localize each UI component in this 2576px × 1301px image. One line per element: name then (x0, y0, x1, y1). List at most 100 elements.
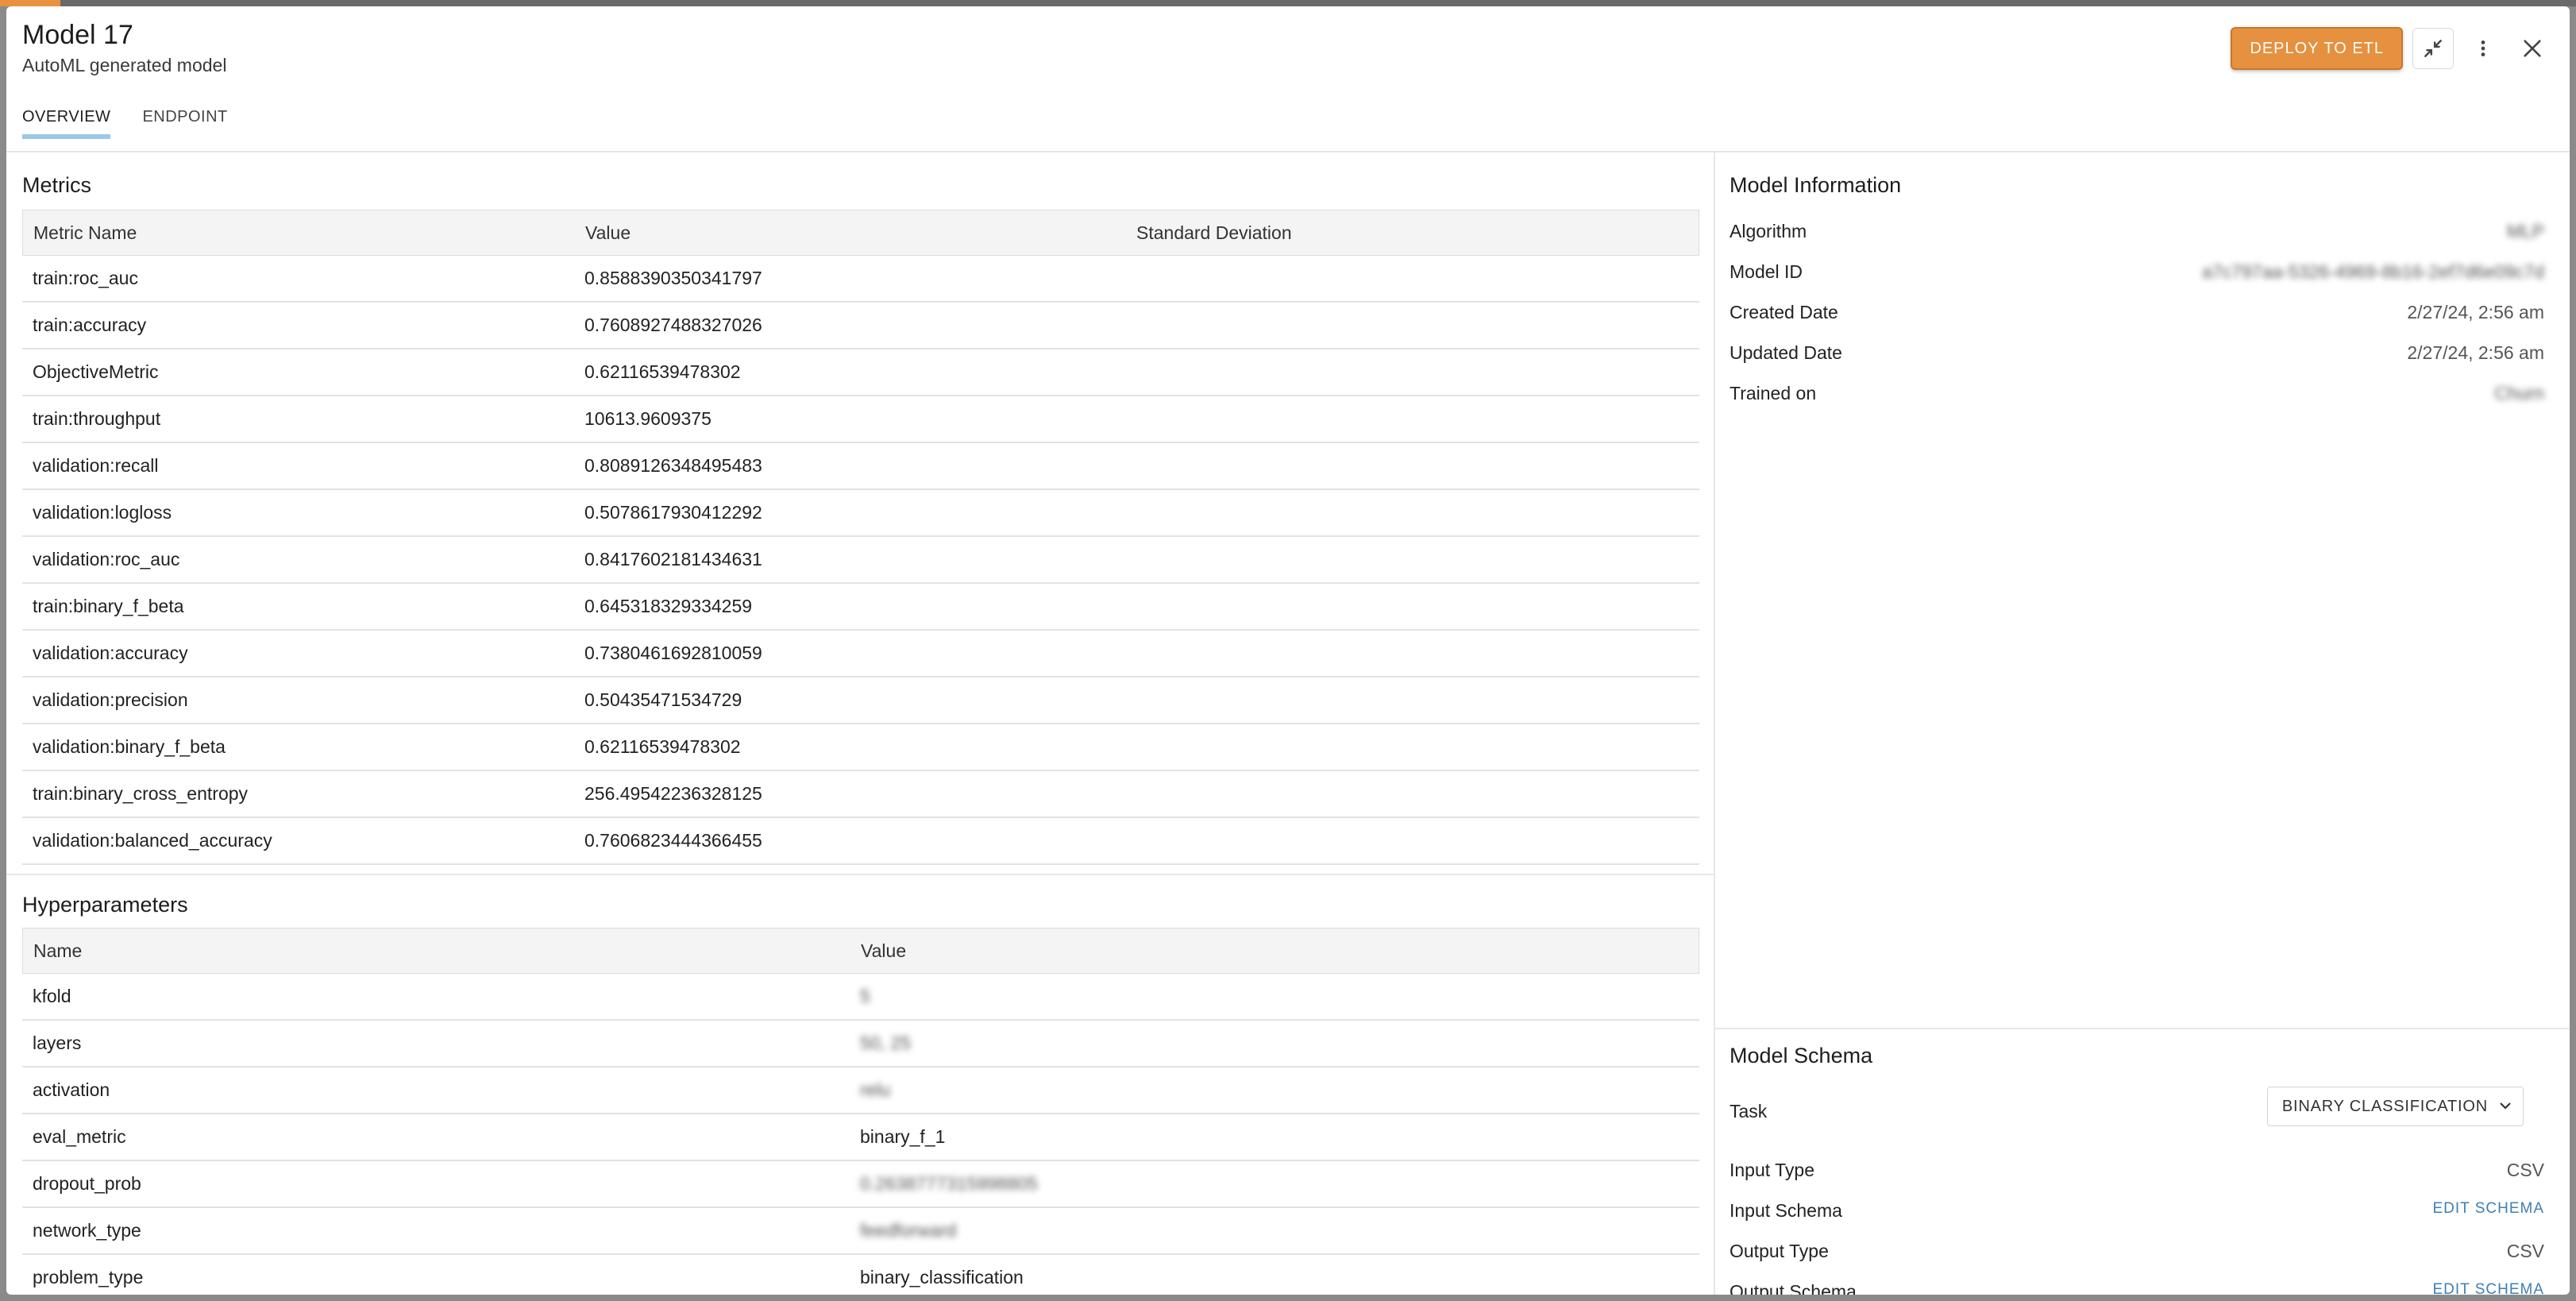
minimize-button[interactable] (2412, 28, 2454, 69)
metric-value: 256.49542236328125 (584, 783, 762, 804)
metric-name: validation:recall (33, 455, 159, 476)
metric-value: 0.50435471534729 (584, 689, 742, 710)
metric-name: train:binary_f_beta (33, 596, 184, 616)
metric-name: train:throughput (33, 408, 161, 429)
edit-schema-link[interactable]: EDIT SCHEMA (2432, 1281, 2544, 1295)
metric-name: validation:logloss (33, 502, 172, 523)
info-label: Created Date (1730, 302, 1838, 322)
schema-label: Input Schema (1730, 1200, 1842, 1221)
schema-row: Input Type CSV (1730, 1160, 2544, 1181)
metrics-table-header: Metric Name Value Standard Deviation (22, 210, 1699, 256)
more-vertical-icon (2481, 41, 2485, 56)
table-row: validation:logloss 0.5078617930412292 (22, 490, 1699, 537)
info-value: MLP (2506, 221, 2544, 241)
page-subtitle: AutoML generated model (22, 55, 227, 75)
schema-row: Output Type CSV (1730, 1241, 2544, 1262)
hyperparameters-table-header: Name Value (22, 928, 1699, 974)
right-panel: Model Information Algorithm MLP Model ID a7… (1715, 152, 2570, 1295)
page-title: Model 17 (22, 20, 133, 50)
metric-name: validation:binary_f_beta (33, 736, 226, 757)
schema-value: CSV (2506, 1160, 2544, 1180)
table-row: validation:accuracy 0.7380461692810059 (22, 631, 1699, 678)
metric-name: validation:accuracy (33, 643, 188, 663)
metric-value: 0.62116539478302 (584, 736, 741, 757)
close-button[interactable] (2512, 29, 2552, 68)
hyperparameter-value: 5 (860, 986, 870, 1006)
metric-name: train:accuracy (33, 315, 147, 335)
section-divider (6, 874, 1714, 875)
info-label: Trained on (1730, 383, 1817, 403)
table-row: validation:roc_auc 0.8417602181434631 (22, 537, 1699, 584)
info-row: Trained on Churn (1730, 383, 2544, 404)
table-row: ObjectiveMetric 0.62116539478302 (22, 349, 1699, 396)
hyperparameter-name: eval_metric (33, 1126, 126, 1147)
model-detail-modal: Model 17 AutoML generated model DEPLOY T… (6, 6, 2570, 1295)
table-row: validation:binary_f_beta 0.62116539478302 (22, 724, 1699, 771)
table-row: train:throughput 10613.9609375 (22, 396, 1699, 443)
column-header: Value (585, 222, 631, 243)
column-header: Name (33, 940, 83, 961)
background-strip (0, 0, 2576, 6)
close-icon (2524, 40, 2541, 57)
hyperparameters-title: Hyperparameters (22, 893, 188, 917)
task-select-value: BINARY CLASSIFICATION (2281, 1098, 2488, 1115)
metric-value: 0.8588390350341797 (584, 268, 762, 288)
column-header: Metric Name (33, 222, 137, 243)
hyperparameter-value: relu (860, 1079, 891, 1100)
info-value: 2/27/24, 2:56 am (2407, 302, 2544, 322)
info-row: Model ID a7c797aa-5326-4969-8b16-2ef7d6e0… (1730, 261, 2544, 283)
table-row: kfold 5 (22, 974, 1699, 1021)
column-header: Value (861, 940, 907, 961)
task-select[interactable]: BINARY CLASSIFICATION (2266, 1087, 2524, 1126)
schema-value: CSV (2506, 1241, 2544, 1261)
more-options-button[interactable] (2463, 29, 2503, 68)
metric-name: validation:roc_auc (33, 549, 180, 569)
tab-overview[interactable]: OVERVIEW (22, 108, 111, 139)
metric-value: 0.8417602181434631 (584, 549, 762, 569)
info-row: Updated Date 2/27/24, 2:56 am (1730, 342, 2544, 364)
table-row: activation relu (22, 1067, 1699, 1114)
metric-value: 0.5078617930412292 (584, 502, 762, 523)
schema-row: Input Schema EDIT SCHEMA (1730, 1200, 2544, 1222)
background-tab (0, 0, 60, 6)
schema-row: Output Schema EDIT SCHEMA (1730, 1281, 2544, 1295)
metric-value: 0.8089126348495483 (584, 455, 762, 476)
table-row: train:roc_auc 0.8588390350341797 (22, 256, 1699, 303)
deploy-button[interactable]: DEPLOY TO ETL (2231, 27, 2403, 70)
tab-endpoint[interactable]: ENDPOINT (142, 108, 227, 139)
table-row: dropout_prob 0.2638777315998805 (22, 1161, 1699, 1208)
column-header: Standard Deviation (1136, 222, 1292, 243)
hyperparameter-value: binary_f_1 (860, 1126, 946, 1147)
metric-value: 0.7606823444366455 (584, 830, 762, 851)
schema-label: Output Type (1730, 1241, 1829, 1261)
hyperparameters-table: Name Value kfold 5 layers 50, 25 activation r… (22, 928, 1699, 1295)
hyperparameter-name: kfold (33, 986, 71, 1006)
metrics-title: Metrics (22, 173, 91, 197)
section-divider (1715, 1028, 2570, 1029)
edit-schema-link[interactable]: EDIT SCHEMA (2432, 1200, 2544, 1222)
table-row: validation:precision 0.50435471534729 (22, 678, 1699, 724)
info-value: 2/27/24, 2:56 am (2407, 342, 2544, 363)
hyperparameter-value: 0.2638777315998805 (860, 1173, 1038, 1194)
table-row: train:binary_f_beta 0.645318329334259 (22, 584, 1699, 631)
metrics-table-body: train:roc_auc 0.8588390350341797 train:acc… (22, 256, 1699, 865)
metric-value: 0.7380461692810059 (584, 643, 762, 663)
info-label: Model ID (1730, 261, 1803, 282)
metric-name: validation:balanced_accuracy (33, 830, 272, 851)
metric-value: 0.7608927488327026 (584, 315, 762, 335)
metric-value: 10613.9609375 (584, 408, 711, 429)
chevron-down-icon (2499, 1087, 2512, 1140)
model-schema-title: Model Schema (1730, 1044, 1873, 1067)
table-row: eval_metric binary_f_1 (22, 1114, 1699, 1161)
table-row: train:binary_cross_entropy 256.4954223632… (22, 771, 1699, 818)
hyperparameters-table-body: kfold 5 layers 50, 25 activation relu eval_met… (22, 974, 1699, 1295)
tab-bar: OVERVIEW ENDPOINT (22, 108, 228, 139)
metric-name: train:binary_cross_entropy (33, 783, 249, 804)
header-actions: DEPLOY TO ETL (2231, 27, 2552, 70)
metric-value: 0.62116539478302 (584, 361, 741, 382)
modal-header: Model 17 AutoML generated model (22, 17, 226, 78)
hyperparameter-value: 50, 25 (860, 1033, 911, 1053)
table-row: validation:recall 0.8089126348495483 (22, 443, 1699, 490)
hyperparameter-name: dropout_prob (33, 1173, 141, 1194)
metric-name: ObjectiveMetric (33, 361, 159, 382)
